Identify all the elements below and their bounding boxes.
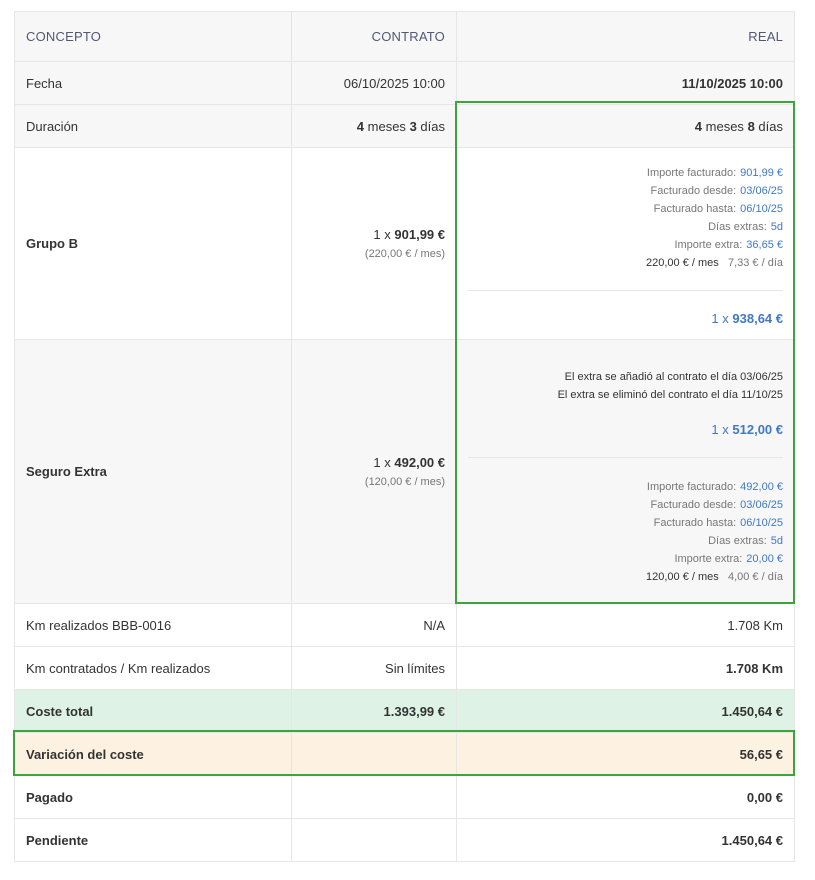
- row-km-realizados: Km realizados BBB-0016 N/A 1.708 Km: [14, 603, 795, 647]
- duracion-contrato-months-word: meses: [367, 118, 406, 134]
- seguro-extra-detail-line: Facturado hasta: 06/10/25: [653, 516, 783, 529]
- pendiente-real: 1.450,64 €: [456, 818, 795, 862]
- seguro-extra-detail-line: Importe facturado: 492,00 €: [646, 480, 783, 493]
- pendiente-contrato: [291, 818, 457, 862]
- coste-total-label: Coste total: [14, 689, 292, 733]
- seguro-extra-contrato-price: 492,00 €: [394, 455, 445, 470]
- grupo-b-contrato-qty: 1 x: [373, 227, 391, 242]
- duracion-real-months: 4: [694, 118, 703, 134]
- grupo-b-real-details: Importe facturado: 901,99 € Facturado des…: [468, 164, 783, 272]
- header-real: REAL: [456, 11, 795, 62]
- table-header-row: CONCEPTO CONTRATO REAL: [14, 11, 795, 62]
- fecha-contrato: 06/10/2025 10:00: [291, 61, 457, 105]
- grupo-b-detail-line: Importe facturado: 901,99 €: [646, 166, 783, 179]
- fecha-real: 11/10/2025 10:00: [456, 61, 795, 105]
- seguro-extra-contrato: 1 x 492,00 € (120,00 € / mes): [291, 339, 457, 604]
- grupo-b-detail-line: Facturado desde: 03/06/25: [650, 184, 783, 197]
- seguro-extra-real: El extra se añadió al contrato el día 03…: [456, 339, 795, 604]
- row-pagado: Pagado 0,00 €: [14, 775, 795, 819]
- seguro-extra-note-added: El extra se añadió al contrato el día 03…: [564, 370, 783, 383]
- coste-total-real: 1.450,64 €: [456, 689, 795, 733]
- variacion-real: 56,65 €: [456, 732, 795, 776]
- km-realizados-label: Km realizados BBB-0016: [14, 603, 292, 647]
- duracion-real-days-word: días: [758, 118, 783, 134]
- seguro-extra-notes: El extra se añadió al contrato el día 03…: [468, 368, 783, 404]
- variacion-contrato: [291, 732, 457, 776]
- row-duracion: Duración 4 meses 3 días 4 meses 8 días: [14, 104, 795, 148]
- grupo-b-rates: 220,00 € / mes 7,33 € / día: [646, 256, 783, 269]
- duracion-real-days: 8: [747, 118, 755, 134]
- seguro-extra-real-details: Importe facturado: 492,00 € Facturado des…: [468, 478, 783, 586]
- cost-comparison-table: CONCEPTO CONTRATO REAL Fecha 06/10/2025 …: [14, 11, 795, 862]
- duracion-label: Duración: [14, 104, 292, 148]
- seguro-extra-rates: 120,00 € / mes 4,00 € / día: [646, 570, 783, 583]
- grupo-b-contrato: 1 x 901,99 € (220,00 € / mes): [291, 147, 457, 340]
- pagado-real: 0,00 €: [456, 775, 795, 819]
- header-concepto: CONCEPTO: [14, 11, 292, 62]
- seguro-extra-detail-line: Días extras: 5d: [708, 534, 783, 547]
- seguro-extra-real-total: 1 x 512,00 €: [711, 421, 783, 437]
- pendiente-real-value: 1.450,64 €: [721, 832, 783, 848]
- duracion-contrato-days: 3: [409, 118, 417, 134]
- duracion-contrato-months: 4: [356, 118, 365, 134]
- grupo-b-real: Importe facturado: 901,99 € Facturado des…: [456, 147, 795, 340]
- row-pendiente: Pendiente 1.450,64 €: [14, 818, 795, 862]
- coste-total-contrato: 1.393,99 €: [291, 689, 457, 733]
- duracion-real-months-word: meses: [705, 118, 744, 134]
- header-contrato: CONTRATO: [291, 11, 457, 62]
- seguro-extra-label: Seguro Extra: [14, 339, 292, 604]
- duracion-contrato-days-word: días: [420, 118, 445, 134]
- row-km-contratados: Km contratados / Km realizados Sin límit…: [14, 646, 795, 690]
- grupo-b-detail-line: Días extras: 5d: [708, 220, 783, 233]
- fecha-label: Fecha: [14, 61, 292, 105]
- pagado-contrato: [291, 775, 457, 819]
- row-variacion-coste: Variación del coste 56,65 €: [14, 732, 795, 776]
- duracion-real: 4 meses 8 días: [456, 104, 795, 148]
- duracion-contrato: 4 meses 3 días: [291, 104, 457, 148]
- pagado-label: Pagado: [14, 775, 292, 819]
- km-realizados-real: 1.708 Km: [456, 603, 795, 647]
- seguro-extra-note-removed: El extra se eliminó del contrato el día …: [557, 388, 783, 401]
- variacion-label: Variación del coste: [14, 732, 292, 776]
- seguro-extra-contrato-qty: 1 x: [373, 455, 391, 470]
- seguro-extra-detail-line: Facturado desde: 03/06/25: [650, 498, 783, 511]
- row-grupo-b: Grupo B 1 x 901,99 € (220,00 € / mes) Im…: [14, 147, 795, 340]
- seguro-extra-divider: [468, 456, 783, 458]
- grupo-b-detail-line: Facturado hasta: 06/10/25: [653, 202, 783, 215]
- km-contratados-real-value: 1.708 Km: [725, 660, 783, 676]
- grupo-b-real-total: 1 x 938,64 €: [711, 310, 783, 326]
- km-contratados-label: Km contratados / Km realizados: [14, 646, 292, 690]
- grupo-b-contrato-price: 901,99 €: [394, 227, 445, 242]
- grupo-b-label: Grupo B: [14, 147, 292, 340]
- row-coste-total: Coste total 1.393,99 € 1.450,64 €: [14, 689, 795, 733]
- seguro-extra-contrato-per-month: (120,00 € / mes): [364, 476, 445, 488]
- km-contratados-real: 1.708 Km: [456, 646, 795, 690]
- grupo-b-detail-line: Importe extra: 36,65 €: [674, 238, 783, 251]
- row-seguro-extra: Seguro Extra 1 x 492,00 € (120,00 € / me…: [14, 339, 795, 604]
- pagado-real-value: 0,00 €: [746, 789, 783, 805]
- pendiente-label: Pendiente: [14, 818, 292, 862]
- seguro-extra-detail-line: Importe extra: 20,00 €: [674, 552, 783, 565]
- fecha-real-value: 11/10/2025 10:00: [681, 75, 783, 91]
- km-contratados-contrato: Sin límites: [291, 646, 457, 690]
- grupo-b-divider: [468, 289, 783, 291]
- row-fecha: Fecha 06/10/2025 10:00 11/10/2025 10:00: [14, 61, 795, 105]
- km-realizados-contrato: N/A: [291, 603, 457, 647]
- grupo-b-contrato-per-month: (220,00 € / mes): [364, 248, 445, 260]
